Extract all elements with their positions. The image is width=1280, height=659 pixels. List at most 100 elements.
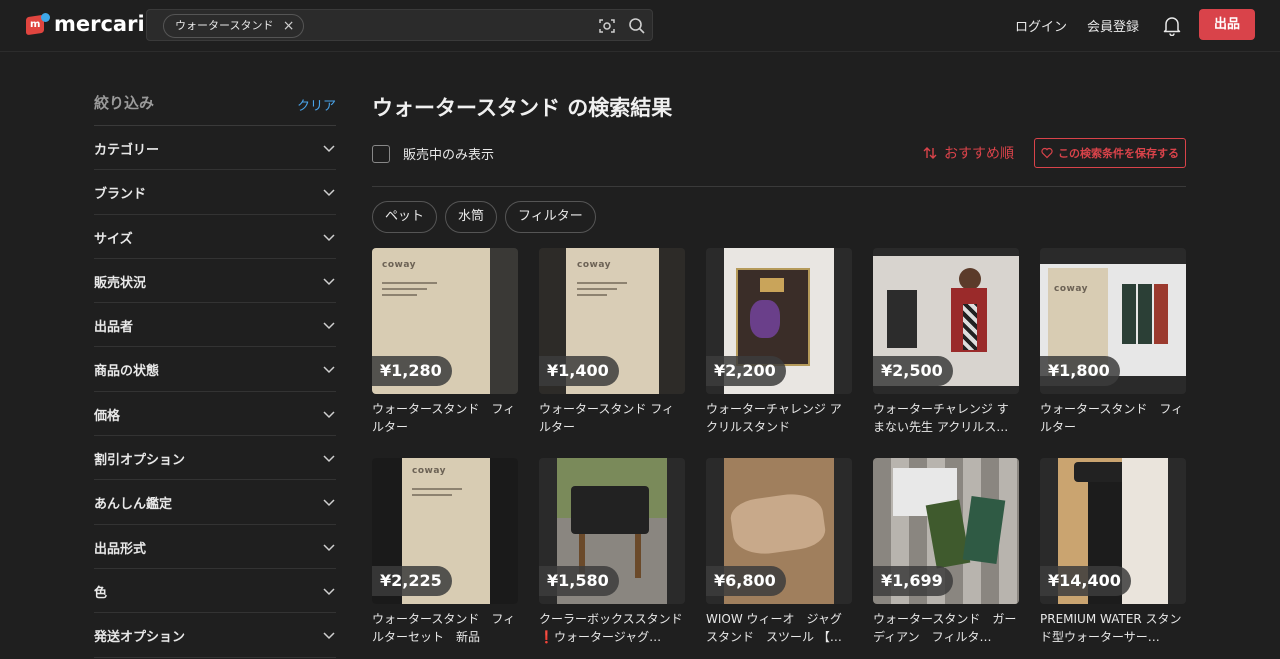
filter-row[interactable]: カテゴリー [94,126,336,171]
item-thumbnail[interactable]: ¥1,699 [873,458,1019,604]
chevron-down-icon [323,366,335,374]
item-thumbnail[interactable]: ¥1,580 [539,458,685,604]
on-sale-checkbox[interactable] [372,144,390,163]
save-search-button[interactable]: この検索条件を保存する [1034,138,1186,168]
chevron-down-icon [323,189,335,197]
filter-label: 販売状況 [94,275,147,291]
mercari-logo[interactable]: m mercari [26,12,145,36]
filter-row[interactable]: 出品形式 [94,525,336,569]
sell-button[interactable]: 出品 [1199,9,1255,40]
sort-arrows-icon [923,147,937,159]
item-price: ¥2,500 [873,356,953,386]
filter-label: 割引オプション [94,453,186,469]
item-name[interactable]: ウォータースタンド フィルター [372,400,518,436]
filter-row[interactable]: 発送オプション [94,613,336,658]
logo-text: mercari [54,12,145,36]
item-name[interactable]: クーラーボックススタンド❗️ウォータージャグ… [539,610,685,646]
item-card[interactable]: ¥2,200 ウォーターチャレンジ アクリルスタンド [706,248,852,436]
filter-label: 商品の状態 [94,364,160,380]
chevron-down-icon [323,544,335,551]
item-card[interactable]: ¥14,400 PREMIUM WATER スタンド型ウォーターサー… [1040,458,1186,646]
close-icon[interactable]: × [283,15,295,37]
filter-row[interactable]: 割引オプション [94,436,336,481]
signup-link[interactable]: 会員登録 [1087,16,1139,35]
mercari-logo-icon: m [26,13,50,36]
item-price: ¥6,800 [706,566,786,596]
filter-label: 出品形式 [94,541,147,557]
sort-button[interactable]: おすすめ順 [922,143,1014,163]
item-card[interactable]: ¥6,800 WIOW ウィーオ ジャグスタンド スツール 【… [706,458,852,646]
item-thumbnail[interactable]: coway ¥2,225 [372,458,518,604]
related-tags: ペット 水筒 フィルター [372,201,596,233]
item-card[interactable]: coway ¥1,800 ウォータースタンド フィルター [1040,248,1186,436]
search-query-text: ウォータースタンド [175,19,274,32]
item-name[interactable]: ウォータースタンド フィルター [1040,400,1186,436]
item-name[interactable]: ウォーターチャレンジ アクリルスタンド [706,400,852,436]
chevron-down-icon [323,455,335,463]
filter-sidebar: 絞り込み クリア カテゴリーブランドサイズ販売状況出品者商品の状態価格割引オプシ… [94,80,336,658]
item-price: ¥2,200 [706,356,786,386]
item-card[interactable]: ¥1,699 ウォータースタンド ガーディアン フィルタ… [873,458,1019,646]
filter-row[interactable]: サイズ [94,215,336,259]
item-price: ¥14,400 [1040,566,1131,596]
filter-row[interactable]: 商品の状態 [94,347,336,392]
filter-label: サイズ [94,231,133,247]
login-link[interactable]: ログイン [1015,16,1067,35]
item-price: ¥1,280 [372,356,452,386]
item-name[interactable]: ウォータースタンド ガーディアン フィルタ… [873,610,1019,646]
filter-label: 出品者 [94,320,134,336]
item-thumbnail[interactable]: coway ¥1,800 [1040,248,1186,394]
filter-row[interactable]: あんしん鑑定 [94,480,336,525]
tag-chip[interactable]: 水筒 [445,201,498,233]
item-name[interactable]: PREMIUM WATER スタンド型ウォーターサー… [1040,610,1186,646]
item-thumbnail[interactable]: coway ¥1,400 [539,248,685,394]
item-thumbnail[interactable]: ¥2,500 [873,248,1019,394]
chevron-down-icon [323,278,335,285]
header: m mercari ウォータースタンド × ログイン 会員登録 出品 [0,0,1280,52]
chevron-down-icon [323,632,335,640]
heart-icon [1041,147,1053,159]
filter-row[interactable]: 販売状況 [94,259,336,304]
item-price: ¥2,225 [372,566,452,596]
chevron-down-icon [323,145,335,153]
chevron-down-icon [323,234,335,241]
bell-icon[interactable] [1161,14,1183,36]
item-thumbnail[interactable]: coway ¥1,280 [372,248,518,394]
item-thumbnail[interactable]: ¥14,400 [1040,458,1186,604]
image-search-icon[interactable] [597,16,617,36]
item-name[interactable]: ウォーターチャレンジ すまない先生 アクリルス… [873,400,1019,436]
item-name[interactable]: ウォータースタンド フィルターセット 新品 [372,610,518,646]
filter-row[interactable]: 出品者 [94,303,336,348]
chevron-down-icon [323,588,335,596]
filter-label: カテゴリー [94,143,160,158]
on-sale-label: 販売中のみ表示 [403,148,495,163]
item-thumbnail[interactable]: ¥6,800 [706,458,852,604]
tag-chip[interactable]: フィルター [505,201,596,233]
item-card[interactable]: coway ¥2,225 ウォータースタンド フィルターセット 新品 [372,458,518,646]
filter-row[interactable]: 価格 [94,392,336,437]
search-icon[interactable] [627,16,647,36]
filter-title: 絞り込み [94,94,155,112]
on-sale-toggle[interactable]: 販売中のみ表示 [372,144,494,163]
filter-label: ブランド [94,187,147,203]
item-name[interactable]: ウォータースタンド フィルター [539,400,685,436]
item-card[interactable]: coway ¥1,400 ウォータースタンド フィルター [539,248,685,436]
search-query-chip[interactable]: ウォータースタンド × [163,14,305,38]
item-card[interactable]: coway ¥1,280 ウォータースタンド フィルター [372,248,518,436]
tag-chip[interactable]: ペット [372,201,438,233]
filter-label: あんしん鑑定 [94,497,173,513]
item-price: ¥1,580 [539,566,619,596]
item-card[interactable]: ¥2,500 ウォーターチャレンジ すまない先生 アクリルス… [873,248,1019,436]
divider [372,186,1186,187]
filter-row[interactable]: 色 [94,569,336,614]
filter-header: 絞り込み クリア [94,80,336,126]
filter-row[interactable]: ブランド [94,170,336,215]
item-thumbnail[interactable]: ¥2,200 [706,248,852,394]
filter-label: 発送オプション [94,630,186,646]
sort-label: おすすめ順 [944,146,1014,162]
search-bar[interactable]: ウォータースタンド × [146,9,653,41]
filter-label: 色 [94,585,108,601]
item-name[interactable]: WIOW ウィーオ ジャグスタンド スツール 【… [706,610,852,646]
item-card[interactable]: ¥1,580 クーラーボックススタンド❗️ウォータージャグ… [539,458,685,646]
filter-clear-link[interactable]: クリア [297,95,336,114]
